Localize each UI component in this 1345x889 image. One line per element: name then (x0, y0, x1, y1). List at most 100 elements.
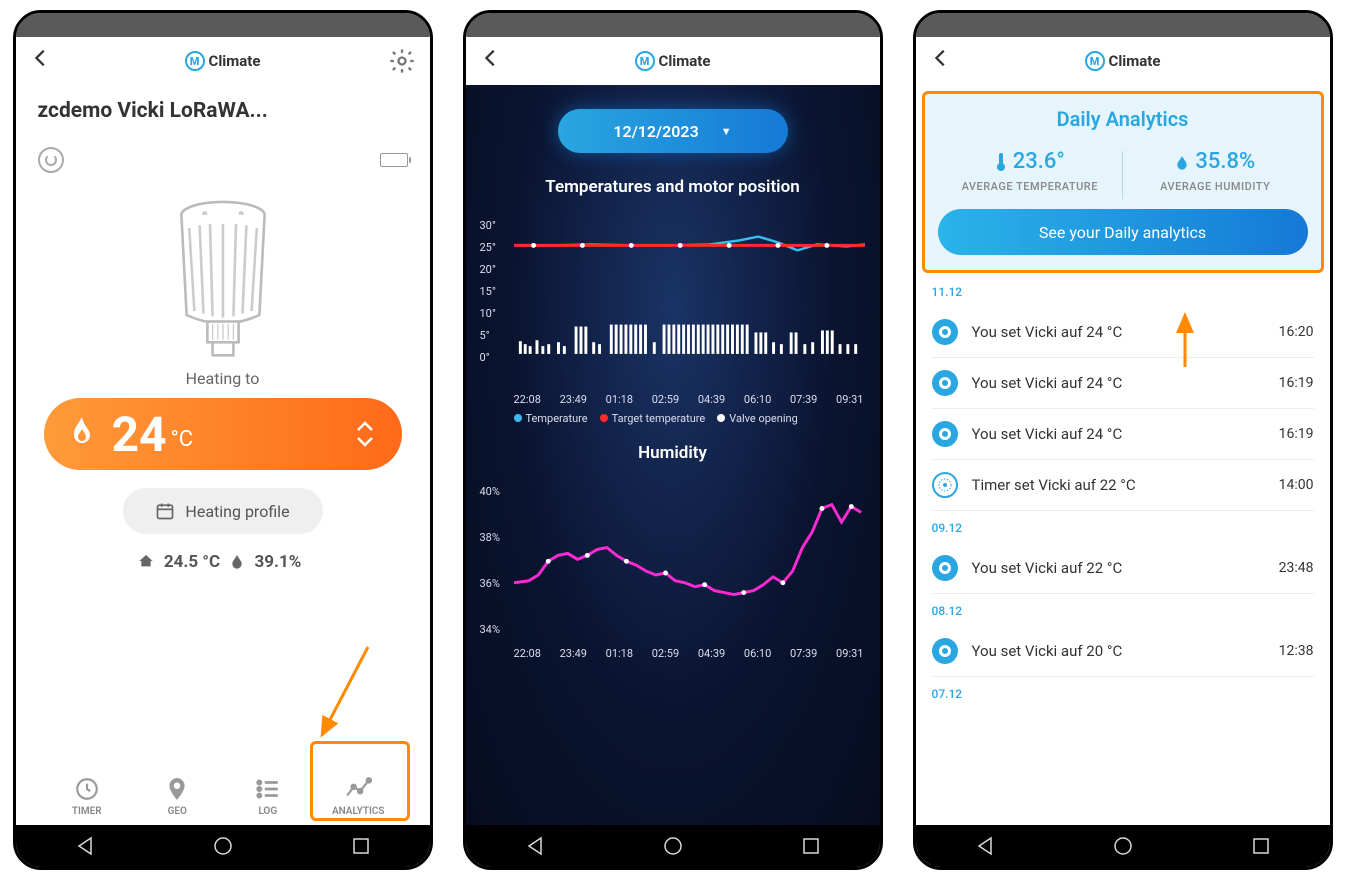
pin-icon (162, 776, 192, 802)
nav-home-icon[interactable] (663, 836, 683, 856)
list-icon (253, 776, 283, 802)
log-text: You set Vicki auf 24 °C (972, 425, 1279, 443)
app-header: M Climate (466, 37, 880, 85)
brand-m-icon: M (635, 51, 655, 71)
heating-profile-button[interactable]: Heating profile (123, 488, 323, 534)
back-icon[interactable] (930, 47, 952, 75)
set-ring-icon (932, 421, 958, 447)
device-title: zcdemo Vicki LoRaWA... (38, 99, 408, 123)
nav-recent-icon[interactable] (802, 837, 820, 855)
nav-home-icon[interactable] (1113, 836, 1133, 856)
calendar-icon (155, 501, 175, 521)
heating-to-label: Heating to (38, 369, 408, 388)
log-date-header: 07.12 (932, 687, 1314, 701)
android-status-bar (16, 13, 430, 37)
set-ring-icon (932, 370, 958, 396)
battery-icon (380, 153, 408, 167)
app-header: M Climate (16, 37, 430, 85)
avg-temperature-metric: 23.6° AVERAGE TEMPERATURE (938, 145, 1123, 205)
analytics-title: Daily Analytics (938, 107, 1308, 131)
temperature-chart: 30° 25° 20° 15° 10° 5° 0° (480, 219, 866, 389)
chevron-down-icon: ▼ (721, 125, 732, 138)
refresh-icon[interactable] (38, 147, 64, 173)
brand-text: Climate (1109, 52, 1161, 70)
android-nav-bar (466, 825, 880, 867)
back-icon[interactable] (30, 47, 52, 75)
avg-humidity-metric: 35.8% AVERAGE HUMIDITY (1123, 145, 1308, 205)
android-status-bar (916, 13, 1330, 37)
set-ring-icon (932, 319, 958, 345)
see-daily-analytics-button[interactable]: See your Daily analytics (938, 209, 1308, 255)
log-time: 12:38 (1279, 643, 1314, 659)
nav-back-icon[interactable] (975, 836, 995, 856)
date-selector[interactable]: 12/12/2023 ▼ (558, 109, 788, 153)
drop-icon (230, 553, 244, 569)
annotation-arrow-icon (1170, 309, 1200, 369)
log-row[interactable]: You set Vicki auf 24 °C16:19 (932, 358, 1314, 409)
log-row[interactable]: You set Vicki auf 24 °C16:19 (932, 409, 1314, 460)
brand-m-icon: M (185, 51, 205, 71)
log-text: You set Vicki auf 22 °C (972, 559, 1279, 577)
event-log-list[interactable]: 11.12You set Vicki auf 24 °C16:20You set… (916, 271, 1330, 825)
settings-gear-icon[interactable] (388, 47, 416, 75)
back-icon[interactable] (480, 47, 502, 75)
log-text: You set Vicki auf 24 °C (972, 374, 1279, 392)
chart1-title: Temperatures and motor position (480, 177, 866, 197)
brand-logo: M Climate (635, 51, 711, 71)
nav-back-icon[interactable] (525, 836, 545, 856)
humidity-chart: 40% 38% 36% 34% (480, 485, 866, 645)
profile-label: Heating profile (185, 502, 289, 521)
tab-log[interactable]: LOG (229, 776, 307, 817)
nav-back-icon[interactable] (75, 836, 95, 856)
daily-analytics-card: Daily Analytics 23.6° AVERAGE TEMPERATUR… (924, 93, 1322, 271)
set-ring-icon (932, 555, 958, 581)
target-temperature-control[interactable]: 24 °C (44, 398, 402, 470)
log-row[interactable]: You set Vicki auf 22 °C23:48 (932, 543, 1314, 594)
valve-illustration (158, 191, 288, 361)
log-time: 16:20 (1279, 324, 1314, 340)
drop-icon (1175, 153, 1189, 171)
phone-device-screen: M Climate zcdemo Vicki LoRaWA... (13, 10, 433, 870)
current-readings: 24.5 °C 39.1% (38, 552, 408, 572)
chart1-x-ticks: 22:0823:49 01:1802:59 04:3906:10 07:3909… (480, 393, 866, 406)
annotation-arrow-icon (308, 639, 378, 749)
nav-home-icon[interactable] (213, 836, 233, 856)
current-humidity: 39.1% (255, 552, 302, 572)
tab-timer[interactable]: TIMER (48, 776, 126, 817)
bottom-tabs: TIMER GEO LOG ANALYTICS (38, 766, 408, 825)
nav-recent-icon[interactable] (1252, 837, 1270, 855)
phone-analytics-charts: M Climate 12/12/2023 ▼ Temperatures and … (463, 10, 883, 870)
analytics-icon (343, 776, 373, 802)
log-time: 16:19 (1279, 426, 1314, 442)
log-row[interactable]: You set Vicki auf 20 °C12:38 (932, 626, 1314, 677)
brand-m-icon: M (1085, 51, 1105, 71)
thermometer-icon (995, 152, 1007, 172)
flame-icon (70, 417, 94, 451)
home-icon (138, 553, 154, 569)
tab-geo[interactable]: GEO (138, 776, 216, 817)
log-row[interactable]: Timer set Vicki auf 22 °C14:00 (932, 460, 1314, 511)
target-temp-value: 24 (112, 406, 167, 463)
tab-analytics[interactable]: ANALYTICS (319, 776, 397, 817)
log-date-header: 08.12 (932, 604, 1314, 618)
current-temp: 24.5 °C (164, 552, 220, 572)
phone-daily-analytics: M Climate Daily Analytics 23.6° AVERAGE … (913, 10, 1333, 870)
nav-recent-icon[interactable] (352, 837, 370, 855)
temp-stepper-icon[interactable] (354, 418, 376, 450)
clock-icon (72, 776, 102, 802)
android-nav-bar (916, 825, 1330, 867)
brand-text: Climate (659, 52, 711, 70)
brand-text: Climate (209, 52, 261, 70)
android-status-bar (466, 13, 880, 37)
log-time: 14:00 (1279, 477, 1314, 493)
log-time: 16:19 (1279, 375, 1314, 391)
log-row[interactable]: You set Vicki auf 24 °C16:20 (932, 307, 1314, 358)
date-value: 12/12/2023 (613, 122, 698, 141)
android-nav-bar (16, 825, 430, 867)
log-date-header: 09.12 (932, 521, 1314, 535)
timer-target-icon (932, 472, 958, 498)
chart2-title: Humidity (480, 443, 866, 463)
log-date-header: 11.12 (932, 285, 1314, 299)
set-ring-icon (932, 638, 958, 664)
log-text: Timer set Vicki auf 22 °C (972, 476, 1279, 494)
